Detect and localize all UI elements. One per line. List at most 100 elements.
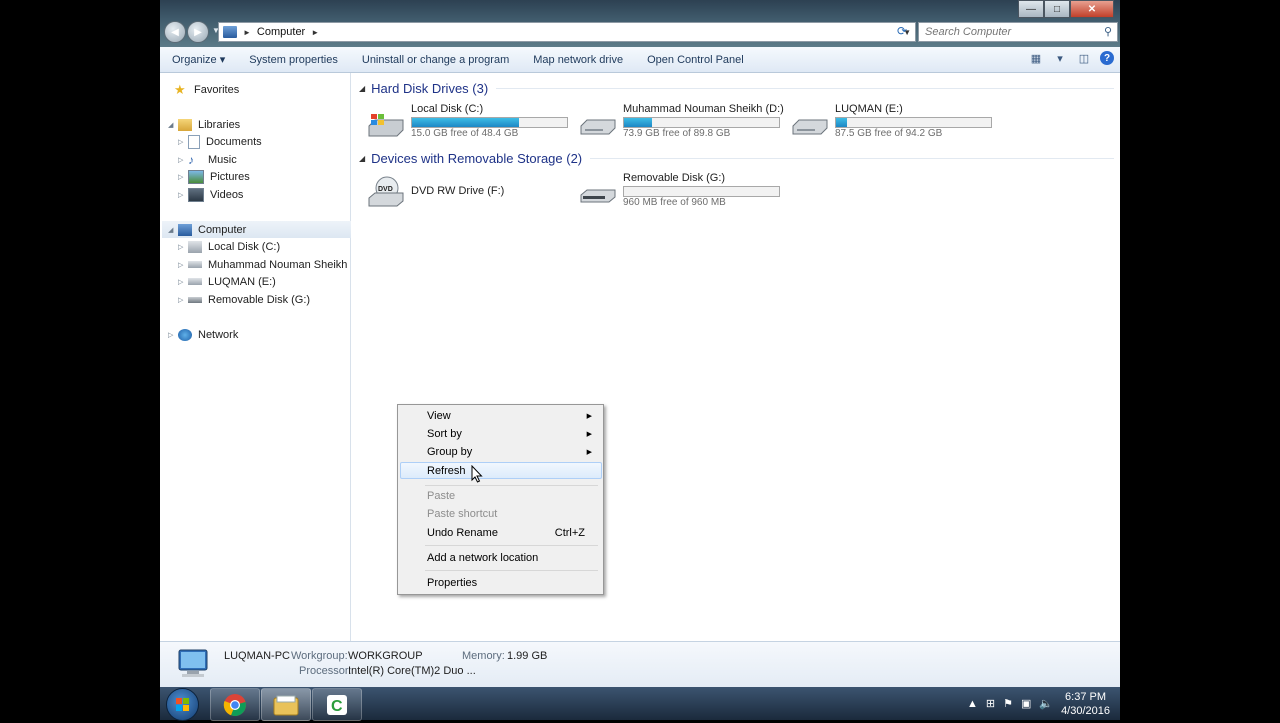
- expand-triangle-icon[interactable]: ▷: [178, 138, 188, 146]
- drive-f-dvd[interactable]: DVD DVD RW Drive (F:): [367, 175, 572, 211]
- action-center-flag-icon[interactable]: ⚑: [1003, 697, 1013, 710]
- expand-triangle-icon[interactable]: ▷: [168, 331, 178, 339]
- hard-drive-icon: [580, 119, 616, 135]
- search-input[interactable]: [919, 25, 1097, 39]
- expand-triangle-icon[interactable]: ▷: [178, 156, 188, 164]
- collapse-triangle-icon[interactable]: ◢: [359, 154, 365, 163]
- nav-buttons: ◀ ▶ ▼: [164, 21, 220, 43]
- drive-g-removable[interactable]: Removable Disk (G:) 960 MB free of 960 M…: [579, 172, 784, 211]
- group-title: Devices with Removable Storage (2): [371, 151, 583, 166]
- nav-documents[interactable]: ▷ Documents: [178, 133, 262, 150]
- drive-usage-fill: [412, 118, 519, 127]
- computer-icon: [223, 26, 237, 38]
- organize-button[interactable]: Organize ▾: [160, 53, 237, 66]
- collapse-triangle-icon[interactable]: ◢: [359, 84, 365, 93]
- music-icon: ♪: [188, 152, 194, 167]
- change-view-icon[interactable]: ▦: [1028, 50, 1044, 66]
- nav-label: Videos: [210, 188, 244, 201]
- search-icon[interactable]: ⚲: [1104, 25, 1112, 38]
- close-button[interactable]: ✕: [1070, 0, 1114, 18]
- system-properties-button[interactable]: System properties: [237, 54, 350, 66]
- breadcrumb-separator-icon[interactable]: ►: [243, 28, 251, 37]
- taskbar-camtasia[interactable]: C: [312, 688, 362, 721]
- taskbar-chrome[interactable]: [210, 688, 260, 721]
- nav-drive-d[interactable]: ▷ Muhammad Nouman Sheikh (D:): [178, 256, 369, 273]
- menu-label: Paste shortcut: [427, 507, 498, 520]
- menu-label: Add a network location: [427, 551, 539, 564]
- refresh-icon: ⟳: [896, 24, 908, 38]
- map-network-drive-button[interactable]: Map network drive: [521, 54, 635, 66]
- start-button[interactable]: [166, 688, 199, 721]
- group-header-removable[interactable]: ◢ Devices with Removable Storage (2): [359, 151, 1114, 166]
- nav-favorites[interactable]: ★ Favorites: [174, 81, 239, 98]
- expand-triangle-icon[interactable]: ▷: [178, 278, 188, 286]
- command-bar: Organize ▾ System properties Uninstall o…: [160, 47, 1120, 73]
- menu-label: Undo Rename: [427, 526, 498, 539]
- nav-drive-e[interactable]: ▷ LUQMAN (E:): [178, 273, 276, 290]
- removable-drive-icon: [580, 189, 616, 203]
- expand-triangle-icon[interactable]: ▷: [178, 261, 188, 269]
- expand-triangle-icon[interactable]: ▷: [178, 173, 188, 181]
- collapse-triangle-icon[interactable]: ◢: [168, 226, 178, 234]
- minimize-button[interactable]: —: [1018, 0, 1044, 18]
- drive-usage-fill: [836, 118, 847, 127]
- network-status-icon[interactable]: ▣: [1021, 697, 1031, 710]
- drive-c[interactable]: Local Disk (C:) 15.0 GB free of 48.4 GB: [367, 103, 572, 142]
- windows-flag-icon[interactable]: ⊞: [986, 697, 995, 710]
- nav-libraries[interactable]: ◢ Libraries: [168, 116, 240, 133]
- mouse-cursor-icon: [471, 465, 483, 483]
- menu-item-add-network-location[interactable]: Add a network location: [400, 549, 600, 566]
- menu-item-refresh[interactable]: Refresh: [400, 462, 602, 479]
- address-bar[interactable]: ► Computer ► ▼: [218, 22, 916, 42]
- drive-name: Muhammad Nouman Sheikh (D:): [623, 103, 784, 115]
- show-hidden-icons-icon[interactable]: ▲: [967, 698, 978, 710]
- menu-item-properties[interactable]: Properties: [400, 574, 600, 591]
- view-dropdown-icon[interactable]: ▾: [1052, 50, 1068, 66]
- toolbar-right-group: ▦ ▾ ◫ ?: [1028, 50, 1114, 66]
- system-tray: ▲ ⊞ ⚑ ▣ 🔈 6:37 PM 4/30/2016: [967, 687, 1110, 720]
- collapse-triangle-icon[interactable]: ◢: [168, 121, 178, 129]
- taskbar-explorer[interactable]: [261, 688, 311, 721]
- maximize-button[interactable]: □: [1044, 0, 1070, 18]
- pictures-icon: [188, 169, 204, 184]
- help-icon[interactable]: ?: [1100, 51, 1114, 65]
- nav-computer[interactable]: ◢ Computer: [162, 221, 354, 238]
- explorer-window: — □ ✕ ◀ ▶ ▼ ► Computer ► ▼ ⟳ ⚲ Organize …: [160, 0, 1120, 687]
- folder-icon: [273, 695, 299, 715]
- nav-label: Removable Disk (G:): [208, 293, 311, 306]
- nav-videos[interactable]: ▷ Videos: [178, 186, 243, 203]
- breadcrumb-computer[interactable]: Computer: [257, 26, 305, 38]
- nav-label: Documents: [206, 135, 262, 148]
- volume-icon[interactable]: 🔈: [1039, 697, 1053, 710]
- drive-e[interactable]: LUQMAN (E:) 87.5 GB free of 94.2 GB: [791, 103, 996, 142]
- uninstall-program-button[interactable]: Uninstall or change a program: [350, 54, 521, 66]
- breadcrumb-separator-icon[interactable]: ►: [311, 28, 319, 37]
- back-button[interactable]: ◀: [164, 21, 186, 43]
- menu-item-sort-by[interactable]: Sort by ▶: [400, 425, 600, 442]
- nav-label: Local Disk (C:): [208, 240, 281, 253]
- menu-separator: [425, 485, 598, 486]
- nav-pictures[interactable]: ▷ Pictures: [178, 168, 250, 185]
- expand-triangle-icon[interactable]: ▷: [178, 296, 188, 304]
- preview-pane-icon[interactable]: ◫: [1076, 50, 1092, 66]
- drive-d[interactable]: Muhammad Nouman Sheikh (D:) 73.9 GB free…: [579, 103, 784, 142]
- drive-usage-fill: [624, 118, 652, 127]
- title-bar: — □ ✕ ◀ ▶ ▼ ► Computer ► ▼ ⟳ ⚲: [160, 0, 1120, 47]
- nav-removable-disk[interactable]: ▷ Removable Disk (G:): [178, 291, 310, 308]
- clock[interactable]: 6:37 PM 4/30/2016: [1061, 690, 1110, 718]
- menu-item-group-by[interactable]: Group by ▶: [400, 443, 600, 460]
- submenu-arrow-icon: ▶: [586, 448, 592, 456]
- search-box[interactable]: ⚲: [918, 22, 1118, 42]
- forward-button[interactable]: ▶: [187, 21, 209, 43]
- expand-triangle-icon[interactable]: ▷: [178, 243, 188, 251]
- nav-network[interactable]: ▷ Network: [168, 326, 238, 343]
- menu-item-undo-rename[interactable]: Undo Rename Ctrl+Z: [400, 524, 600, 541]
- menu-item-view[interactable]: View ▶: [400, 407, 600, 424]
- computer-icon: [178, 223, 192, 236]
- refresh-button[interactable]: ⟳: [893, 22, 911, 40]
- open-control-panel-button[interactable]: Open Control Panel: [635, 54, 756, 66]
- expand-triangle-icon[interactable]: ▷: [178, 191, 188, 199]
- group-header-hard-disks[interactable]: ◢ Hard Disk Drives (3): [359, 81, 1114, 96]
- nav-local-disk[interactable]: ▷ Local Disk (C:): [178, 238, 280, 255]
- nav-music[interactable]: ▷ ♪ Music: [178, 151, 237, 168]
